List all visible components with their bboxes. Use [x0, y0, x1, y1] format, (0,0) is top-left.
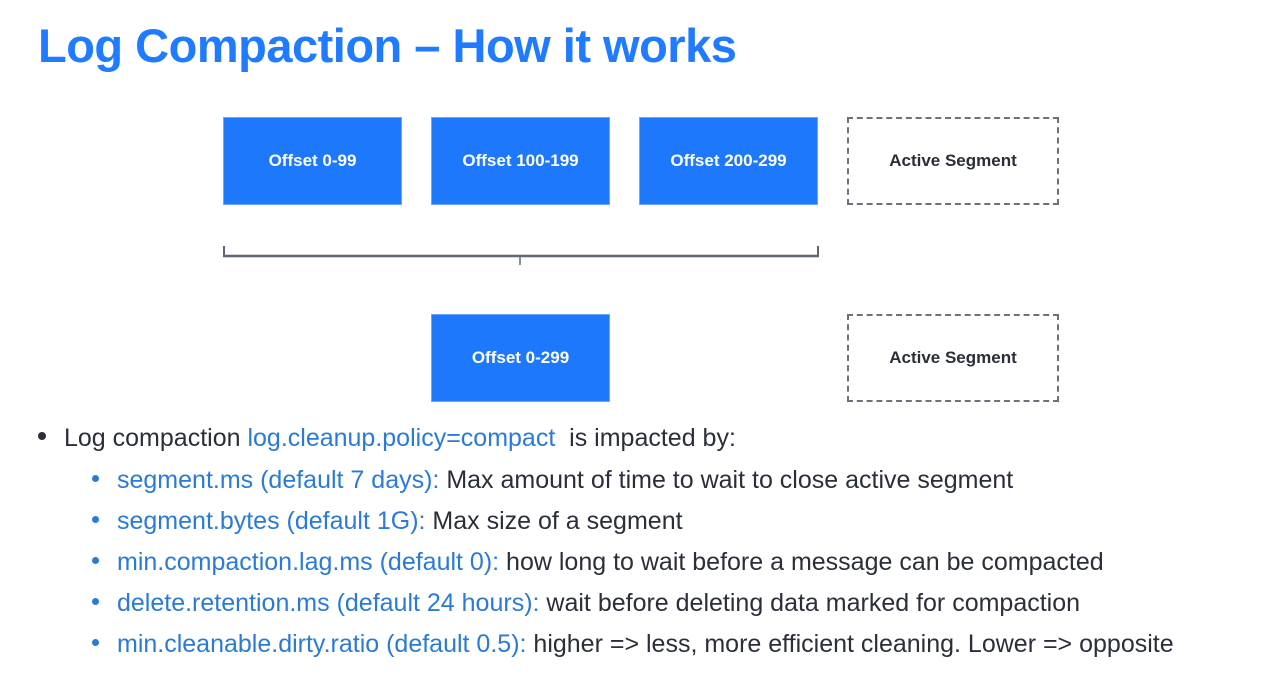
config-description: higher => less, more efficient cleaning.… [526, 630, 1174, 658]
active-segment-top: Active Segment [847, 117, 1059, 205]
bullet-dot-icon [92, 639, 99, 646]
sub-bullet: min.compaction.lag.ms (default 0): how l… [92, 548, 1104, 577]
config-description: Max amount of time to wait to close acti… [439, 466, 1014, 494]
bullet-main-keyword: log.cleanup.policy=compact [247, 424, 556, 452]
segment-offset-100-199: Offset 100-199 [431, 117, 610, 205]
bullet-main-suffix: is impacted by: [555, 424, 736, 452]
segment-offset-200-299: Offset 200-299 [639, 117, 818, 205]
segment-offset-0-299: Offset 0-299 [431, 314, 610, 402]
config-keyword: min.compaction.lag.ms (default 0): [117, 548, 500, 576]
config-keyword: delete.retention.ms (default 24 hours): [117, 589, 540, 617]
sub-bullet: segment.bytes (default 1G): Max size of … [92, 507, 683, 536]
bullet-main: Log compaction log.cleanup.policy=compac… [38, 424, 736, 453]
bullet-dot-icon [92, 557, 99, 564]
config-description: Max size of a segment [425, 507, 683, 535]
active-segment-bottom: Active Segment [847, 314, 1059, 402]
sub-bullet: delete.retention.ms (default 24 hours): … [92, 589, 1080, 618]
bullet-dot-icon [92, 516, 99, 523]
bullet-main-prefix: Log compaction [64, 424, 248, 452]
config-keyword: min.cleanable.dirty.ratio (default 0.5): [117, 630, 527, 658]
active-segment-label: Active Segment [889, 348, 1017, 367]
active-segment-label: Active Segment [889, 151, 1017, 170]
merge-bracket [223, 246, 819, 265]
segment-label: Offset 200-299 [670, 151, 787, 170]
segment-label: Offset 0-299 [471, 348, 570, 367]
segment-offset-0-99: Offset 0-99 [223, 117, 402, 205]
config-keyword: segment.ms (default 7 days): [117, 466, 440, 494]
bullet-dot-icon [38, 432, 46, 440]
config-description: wait before deleting data marked for com… [539, 589, 1081, 617]
bullet-dot-icon [92, 475, 99, 482]
sub-bullet: min.cleanable.dirty.ratio (default 0.5):… [92, 630, 1174, 659]
bullet-dot-icon [92, 598, 99, 605]
slide-title: Log Compaction – How it works [38, 19, 737, 72]
config-description: how long to wait before a message can be… [499, 548, 1104, 576]
segment-label: Offset 100-199 [462, 151, 579, 170]
config-keyword: segment.bytes (default 1G): [117, 507, 426, 535]
sub-bullet: segment.ms (default 7 days): Max amount … [92, 466, 1013, 495]
segment-label: Offset 0-99 [268, 151, 357, 170]
